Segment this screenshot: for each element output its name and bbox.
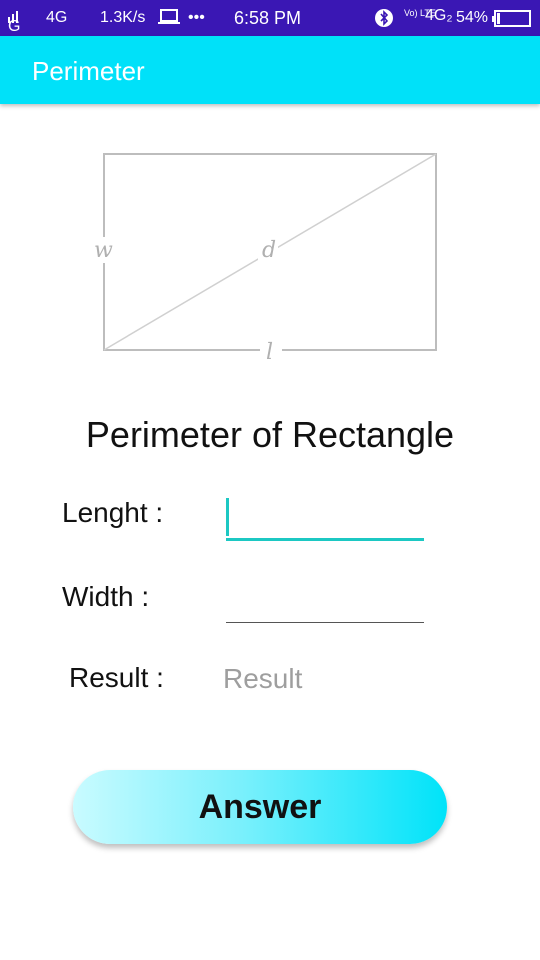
width-input[interactable] (226, 584, 424, 623)
answer-button[interactable]: Answer (73, 770, 447, 844)
clock: 6:58 PM (234, 8, 302, 28)
text-cursor (226, 498, 229, 536)
result-label: Result : (69, 662, 164, 693)
network-speed: 1.3K/s (100, 9, 146, 26)
width-label: Width : (62, 581, 150, 612)
app-title: Perimeter (32, 56, 145, 86)
battery-percent: 54% (456, 9, 489, 26)
laptop-icon (158, 8, 180, 31)
diagonal-symbol: d (262, 238, 276, 263)
signal-icon: G (8, 9, 22, 35)
signal-label: G (8, 18, 21, 35)
status-bar: G 4G 1.3K/s ••• 6:58 PM Vo) LTE 4G₂ 54% (0, 0, 540, 36)
volte-label: Vo) LTE (404, 8, 436, 18)
network-label-2: 4G₂ (425, 7, 453, 24)
width-symbol: w (94, 238, 113, 263)
length-label: Lenght : (62, 497, 164, 528)
more-notifications: ••• (188, 9, 205, 26)
rectangle-diagram: w d l (92, 153, 437, 365)
length-symbol: l (266, 340, 273, 365)
page-heading: Perimeter of Rectangle (85, 414, 455, 455)
result-value: Result (223, 663, 303, 694)
bluetooth-icon (374, 8, 396, 33)
network-label-1: 4G (46, 9, 68, 26)
length-input[interactable] (226, 500, 424, 541)
battery-icon (492, 10, 532, 32)
app-bar: Perimeter (0, 36, 540, 104)
